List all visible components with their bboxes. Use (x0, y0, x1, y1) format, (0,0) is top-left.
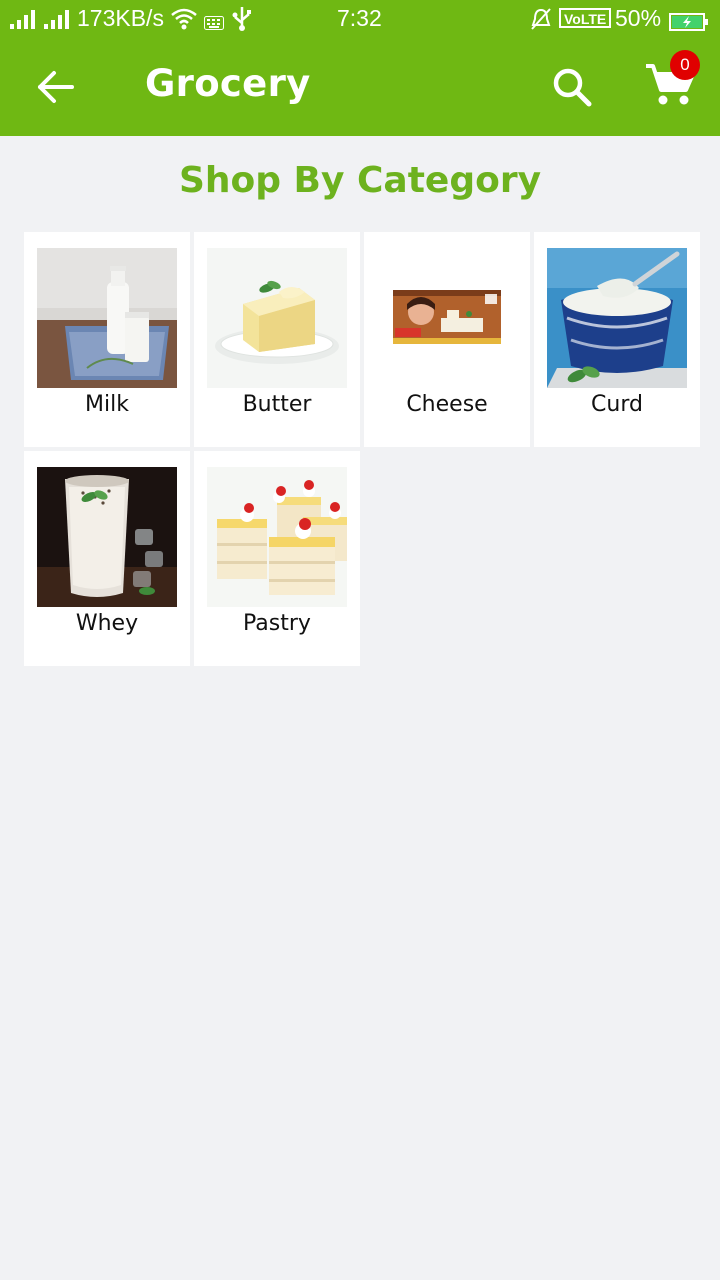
clock: 7:32 (337, 5, 382, 31)
cheese-image (377, 248, 517, 388)
search-button[interactable] (548, 63, 596, 111)
category-label: Whey (75, 611, 139, 636)
cart-count-badge: 0 (670, 50, 700, 80)
app-bar: Grocery 0 (0, 36, 720, 136)
status-bar: 173KB/s 7:32 VoLTE 50% (0, 0, 720, 36)
volte-badge: VoLTE (559, 8, 612, 28)
battery-charging-icon (669, 13, 708, 31)
category-tile-cheese[interactable]: Cheese (364, 232, 530, 447)
category-tile-butter[interactable]: Butter (194, 232, 360, 447)
battery-percent: 50% (615, 5, 662, 31)
keyboard-icon (204, 16, 224, 30)
category-label: Pastry (243, 611, 311, 636)
wifi-icon (171, 8, 197, 30)
butter-image (207, 248, 347, 388)
signal-icon (10, 10, 69, 29)
bell-off-icon (531, 8, 551, 30)
usb-icon (232, 7, 251, 31)
search-icon (553, 68, 592, 107)
category-label: Curd (591, 392, 643, 417)
category-tile-curd[interactable]: Curd (534, 232, 700, 447)
pastry-image (207, 467, 347, 607)
category-label: Cheese (406, 392, 488, 417)
whey-image (37, 467, 177, 607)
network-speed: 173KB/s (77, 5, 164, 31)
curd-image (547, 248, 687, 388)
back-button[interactable] (32, 65, 80, 109)
category-tile-milk[interactable]: Milk (24, 232, 190, 447)
category-tile-whey[interactable]: Whey (24, 451, 190, 666)
category-label: Butter (242, 392, 312, 417)
page-title: Grocery (145, 62, 311, 105)
milk-image (37, 248, 177, 388)
category-tile-pastry[interactable]: Pastry (194, 451, 360, 666)
back-arrow-icon (38, 71, 74, 103)
category-label: Milk (85, 392, 129, 417)
section-heading: Shop By Category (178, 160, 542, 201)
